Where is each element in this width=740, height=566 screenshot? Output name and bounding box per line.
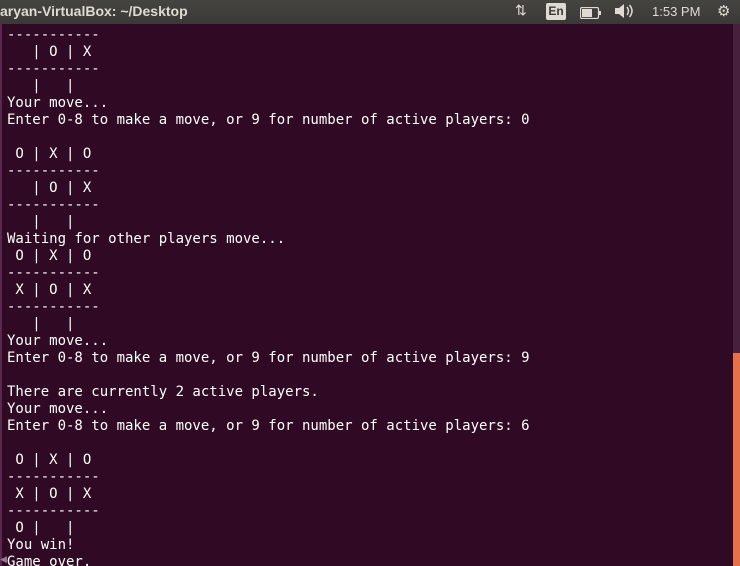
top-panel: aryan-VirtualBox: ~/Desktop ⇅ En 1:53 PM… xyxy=(0,0,740,24)
network-icon[interactable]: ⇅ xyxy=(515,2,527,19)
battery-icon[interactable] xyxy=(579,6,602,22)
window-title: aryan-VirtualBox: ~/Desktop xyxy=(0,3,188,19)
terminal-output-area[interactable]: ----------- | O | X ----------- | | Your… xyxy=(0,24,733,566)
clock[interactable]: 1:53 PM xyxy=(652,4,700,19)
keyboard-layout-indicator[interactable]: En xyxy=(546,3,566,20)
scrollbar-thumb[interactable] xyxy=(733,353,740,566)
volume-icon[interactable] xyxy=(614,3,634,22)
resize-grip-icon[interactable]: ◀ xyxy=(0,555,7,565)
window-left-border xyxy=(0,24,2,566)
gear-icon[interactable]: ⚙ xyxy=(717,2,730,20)
terminal-text: ----------- | O | X ----------- | | Your… xyxy=(7,27,530,566)
